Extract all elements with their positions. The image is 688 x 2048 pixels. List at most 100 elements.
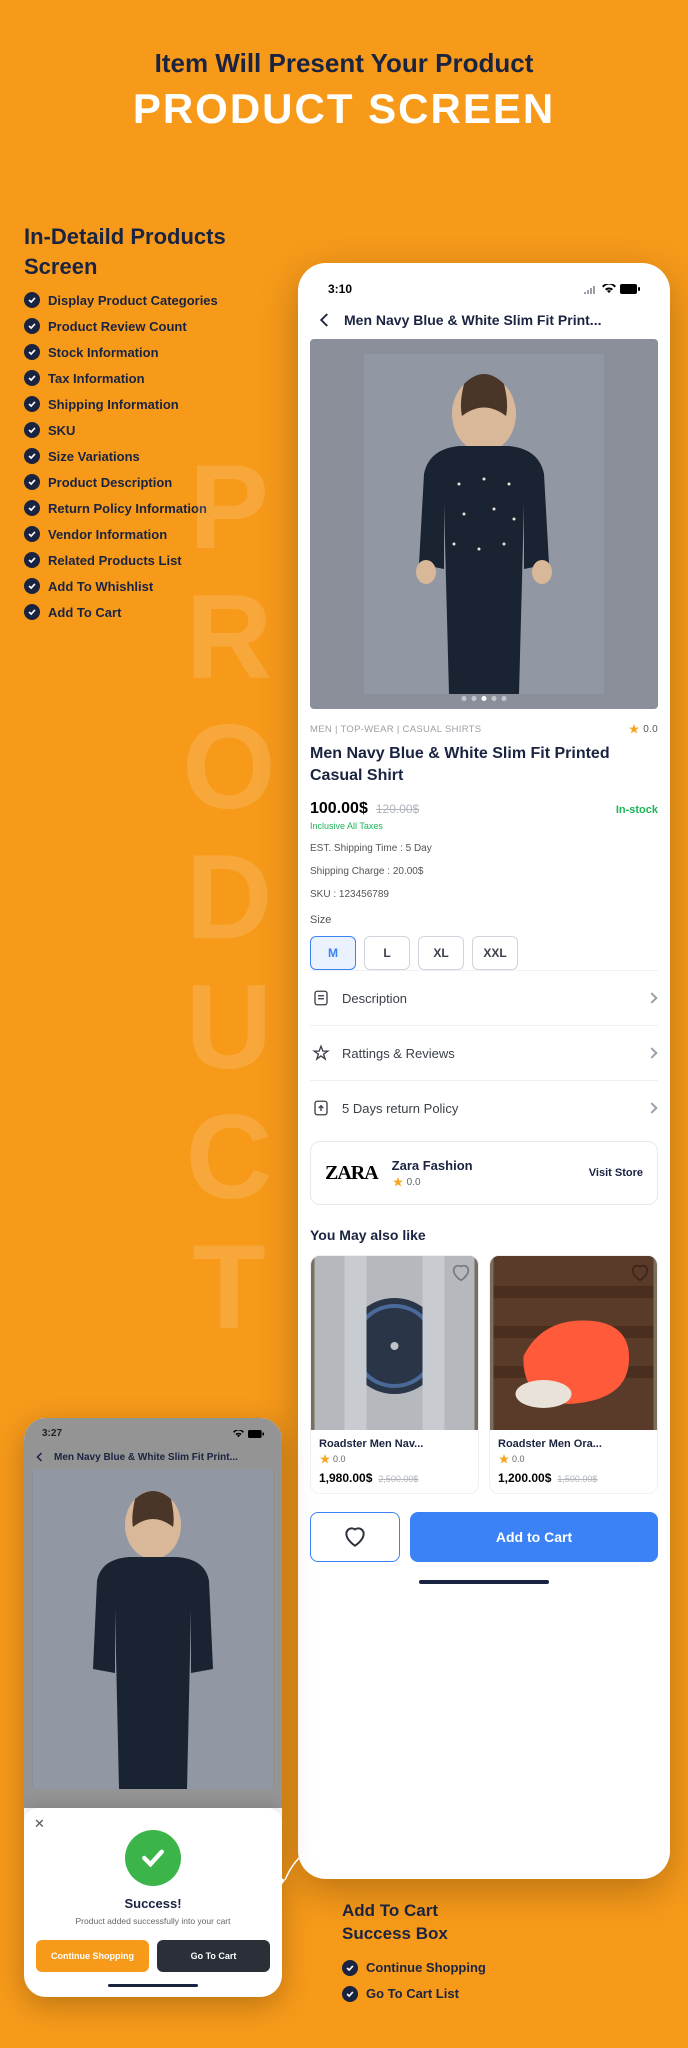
star-icon [319,1453,331,1465]
check-icon [24,552,40,568]
card-old-price: 1,500.00$ [557,1474,597,1484]
feature-item: Product Review Count [24,318,218,334]
modal-actions: Continue Shopping Go To Cart [36,1940,270,1972]
tax-note: Inclusive All Taxes [310,821,658,831]
chevron-right-icon [646,1048,657,1059]
hero-subtitle: Item Will Present Your Product [20,48,668,79]
size-option[interactable]: XL [418,936,464,970]
accordion-label: 5 Days return Policy [342,1101,458,1116]
accordion-description[interactable]: Description [310,970,658,1025]
chevron-right-icon [646,993,657,1004]
app-header: Men Navy Blue & White Slim Fit Print... [310,307,658,333]
dot-active[interactable] [482,696,487,701]
right-list-item: Continue Shopping [342,1960,486,1976]
card-rating: 0.0 [319,1453,470,1465]
right-labels: Add To Cart Success Box Continue Shoppin… [342,1900,486,2012]
wishlist-button[interactable] [310,1512,400,1562]
feature-label: Display Product Categories [48,293,218,308]
heart-icon [342,1524,368,1550]
accordion-ratings[interactable]: Rattings & Reviews [310,1025,658,1080]
side-heading-line1: In-Detaild Products [24,224,226,249]
feature-item: SKU [24,422,218,438]
shipping-time: EST. Shipping Time : 5 Day [310,843,658,854]
dot[interactable] [462,696,467,701]
card-rating: 0.0 [498,1453,649,1465]
hero-title: PRODUCT SCREEN [20,85,668,133]
product-image[interactable] [310,339,658,709]
check-icon [24,370,40,386]
check-icon [24,396,40,412]
dot[interactable] [502,696,507,701]
hero-section: Item Will Present Your Product PRODUCT S… [0,0,688,157]
dot[interactable] [492,696,497,701]
old-price: 120.00$ [376,802,419,816]
star-icon [498,1453,510,1465]
return-icon [312,1099,330,1117]
vendor-logo: ZARA [325,1162,378,1185]
check-icon [24,474,40,490]
right-item-label: Go To Cart List [366,1986,459,2001]
add-to-cart-button[interactable]: Add to Cart [410,1512,658,1562]
side-heading: In-Detaild Products Screen [24,222,226,281]
vendor-card[interactable]: ZARA Zara Fashion 0.0 Visit Store [310,1141,658,1205]
battery-icon [620,284,640,294]
card-old-price: 2,500.00$ [378,1474,418,1484]
star-icon [392,1176,404,1188]
accordion-label: Rattings & Reviews [342,1046,455,1061]
product-model-illustration [364,354,604,694]
heart-icon[interactable] [629,1262,651,1284]
signal-icon [584,284,598,294]
feature-item: Tax Information [24,370,218,386]
close-icon[interactable]: ✕ [34,1816,45,1832]
shipping-charge: Shipping Charge : 20.00$ [310,866,658,877]
side-heading-line2: Screen [24,254,97,279]
product-image-small [32,1469,274,1789]
size-option[interactable]: L [364,936,410,970]
back-icon[interactable] [34,1451,46,1463]
arrow-connector [270,1840,340,1900]
star-outline-icon [312,1044,330,1062]
status-bar-small: 3:27 [24,1418,282,1449]
app-title: Men Navy Blue & White Slim Fit Print... [344,312,601,328]
check-icon [24,318,40,334]
app-title-small: Men Navy Blue & White Slim Fit Print... [54,1452,238,1463]
carousel-dots [462,696,507,701]
size-options: MLXLXXL [310,936,658,970]
card-image [311,1256,478,1430]
bottom-actions: Add to Cart [310,1512,658,1562]
stock-badge: In-stock [616,804,658,816]
battery-icon [248,1430,264,1438]
size-option[interactable]: M [310,936,356,970]
product-model-illustration [32,1469,274,1789]
go-to-cart-button[interactable]: Go To Cart [157,1940,270,1972]
vendor-rating-value: 0.0 [407,1177,421,1188]
related-title: You May also like [310,1227,658,1243]
status-icons [584,284,640,294]
star-icon [628,723,640,735]
check-icon [24,344,40,360]
related-product-card[interactable]: Roadster Men Ora...0.01,200.00$1,500.00$ [489,1255,658,1494]
continue-shopping-button[interactable]: Continue Shopping [36,1940,149,1972]
feature-label: SKU [48,423,75,438]
sku: SKU : 123456789 [310,889,658,900]
check-icon [24,292,40,308]
feature-label: Add To Whishlist [48,579,153,594]
vendor-name: Zara Fashion [392,1158,473,1173]
heart-icon[interactable] [450,1262,472,1284]
price-row: 100.00$ 120.00$ In-stock [310,800,658,818]
dot[interactable] [472,696,477,701]
feature-label: Shipping Information [48,397,179,412]
feature-item: Stock Information [24,344,218,360]
vendor-rating: 0.0 [392,1176,473,1188]
visit-store-link[interactable]: Visit Store [589,1167,643,1179]
right-item-label: Continue Shopping [366,1960,486,1975]
feature-label: Size Variations [48,449,140,464]
success-modal: ✕ Success! Product added successfully in… [24,1808,282,1997]
back-icon[interactable] [316,311,334,329]
card-title: Roadster Men Ora... [498,1438,649,1450]
home-indicator [419,1580,549,1584]
related-product-card[interactable]: Roadster Men Nav...0.01,980.00$2,500.00$ [310,1255,479,1494]
size-option[interactable]: XXL [472,936,518,970]
feature-label: Vendor Information [48,527,167,542]
accordion-return[interactable]: 5 Days return Policy [310,1080,658,1135]
